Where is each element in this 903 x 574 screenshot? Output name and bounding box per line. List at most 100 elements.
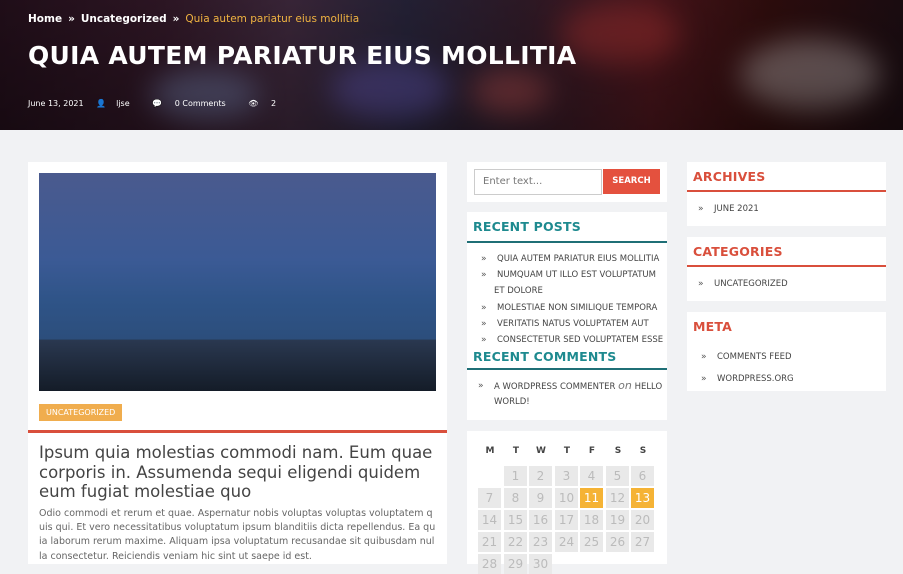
calendar-day: 7 xyxy=(478,488,501,508)
calendar-day: 4 xyxy=(580,466,603,486)
breadcrumb-category[interactable]: Uncategorized xyxy=(81,13,167,25)
recent-comments-title: RECENT COMMENTS xyxy=(473,349,617,364)
calendar-day: 9 xyxy=(529,488,552,508)
chevron-right-icon: » xyxy=(698,279,704,289)
eye-icon: 👁 xyxy=(248,99,259,108)
chevron-right-icon: » xyxy=(481,303,487,313)
calendar-day: 27 xyxy=(631,532,654,552)
calendar-weekday: M xyxy=(485,446,495,456)
post-divider xyxy=(28,430,447,433)
calendar-day: 1 xyxy=(504,466,527,486)
meta-item[interactable]: » WORDPRESS.ORG xyxy=(701,371,794,387)
calendar-widget: MTWTFSS 1 2 3 4 5 6 7 8 9 10 11 12 13 14 15 16 17 18 19 20 2… xyxy=(467,431,667,574)
calendar-day: 21 xyxy=(478,532,501,552)
recent-post-item-continued[interactable]: ET DOLORE xyxy=(494,283,543,299)
search-input[interactable]: Enter text... xyxy=(474,169,602,195)
category-badge[interactable]: UNCATEGORIZED xyxy=(39,404,123,421)
calendar-weekday: W xyxy=(536,446,546,456)
category-link: UNCATEGORIZED xyxy=(714,279,788,289)
calendar-weekday: T xyxy=(512,446,520,456)
post-title[interactable]: Ipsum quia molestias commodi nam. Eum qu… xyxy=(39,443,439,502)
meta-link: COMMENTS FEED xyxy=(717,352,792,362)
meta-item[interactable]: » COMMENTS FEED xyxy=(701,349,792,365)
categories-title: CATEGORIES xyxy=(693,244,783,259)
widget-divider xyxy=(467,241,667,243)
widget-divider xyxy=(687,190,886,192)
calendar-day: 6 xyxy=(631,466,654,486)
chevron-right-icon: » xyxy=(478,381,484,391)
recent-post-link: QUIA AUTEM PARIATUR EIUS MOLLITIA xyxy=(497,254,660,264)
recent-post-link: NUMQUAM UT ILLO EST VOLUPTATUM xyxy=(497,270,656,280)
calendar-day: 28 xyxy=(478,554,501,574)
page-title: QUIA AUTEM PARIATUR EIUS MOLLITIA xyxy=(28,41,577,70)
search-button[interactable]: SEARCH xyxy=(603,169,660,194)
chevron-right-icon: » xyxy=(481,319,487,329)
calendar-day: 26 xyxy=(606,532,629,552)
calendar-day: 5 xyxy=(606,466,629,486)
calendar-day-with-post[interactable]: 13 xyxy=(631,488,654,508)
calendar-day: 30 xyxy=(529,554,552,574)
post-meta: June 13, 2021 👤 ljse 💬 0 Comments 👁 2 xyxy=(28,99,296,108)
user-icon: 👤 xyxy=(96,99,107,108)
post-thumbnail[interactable] xyxy=(39,173,436,391)
post-author-name: ljse xyxy=(116,99,130,108)
calendar-day: 18 xyxy=(580,510,603,530)
calendar-day: 15 xyxy=(504,510,527,530)
categories-widget: CATEGORIES » UNCATEGORIZED xyxy=(687,237,886,301)
thumbnail-sea xyxy=(39,340,436,391)
archive-link: JUNE 2021 xyxy=(714,204,759,214)
post-comments[interactable]: 💬 0 Comments xyxy=(152,99,236,108)
chevron-right-icon: » xyxy=(481,270,487,280)
comment-item: » A WORDPRESS COMMENTER on HELLO xyxy=(478,378,663,395)
calendar-day: 20 xyxy=(631,510,654,530)
calendar-day: 29 xyxy=(504,554,527,574)
calendar-day: 23 xyxy=(529,532,552,552)
calendar-day: 8 xyxy=(504,488,527,508)
post-author[interactable]: 👤 ljse xyxy=(96,99,140,108)
calendar-day: 2 xyxy=(529,466,552,486)
comment-post-link-continued[interactable]: WORLD! xyxy=(494,394,530,410)
recent-post-link: VERITATIS NATUS VOLUPTATEM AUT xyxy=(497,319,649,329)
calendar-day: 19 xyxy=(606,510,629,530)
comment-author[interactable]: A WORDPRESS COMMENTER xyxy=(494,382,615,392)
calendar-day: 22 xyxy=(504,532,527,552)
recent-post-item[interactable]: » QUIA AUTEM PARIATUR EIUS MOLLITIA xyxy=(481,251,660,267)
archives-title: ARCHIVES xyxy=(693,169,766,184)
breadcrumb-current: Quia autem pariatur eius mollitia xyxy=(185,13,360,25)
recent-comments-widget: RECENT COMMENTS » A WORDPRESS COMMENTER o… xyxy=(467,342,667,420)
search-widget: Enter text... SEARCH xyxy=(467,162,667,202)
breadcrumb-separator: » xyxy=(68,13,75,25)
widget-divider xyxy=(687,265,886,267)
calendar-weekday: T xyxy=(563,446,571,456)
calendar-day: 16 xyxy=(529,510,552,530)
meta-title: META xyxy=(693,319,733,334)
archives-widget: ARCHIVES » JUNE 2021 xyxy=(687,162,886,226)
meta-link: WORDPRESS.ORG xyxy=(717,374,794,384)
calendar-day: 12 xyxy=(606,488,629,508)
calendar-day-with-post[interactable]: 11 xyxy=(580,488,603,508)
post-comments-count: 0 Comments xyxy=(174,99,226,108)
recent-post-item[interactable]: » NUMQUAM UT ILLO EST VOLUPTATUM xyxy=(481,267,656,283)
post-views: 👁 2 xyxy=(248,99,286,108)
archive-item[interactable]: » JUNE 2021 xyxy=(698,201,759,217)
comment-post-link[interactable]: HELLO xyxy=(635,382,663,392)
calendar-day: 14 xyxy=(478,510,501,530)
breadcrumb: Home » Uncategorized » Quia autem pariatur e… xyxy=(28,13,359,25)
calendar-weekday: S xyxy=(614,446,622,456)
comment-icon: 💬 xyxy=(152,99,163,108)
calendar-day: 24 xyxy=(555,532,578,552)
category-item[interactable]: » UNCATEGORIZED xyxy=(698,276,788,292)
widget-divider xyxy=(467,368,667,370)
calendar-day: 3 xyxy=(555,466,578,486)
chevron-right-icon: » xyxy=(481,254,487,264)
post-date[interactable]: June 13, 2021 xyxy=(28,99,84,108)
recent-posts-title: RECENT POSTS xyxy=(473,219,581,234)
calendar-weekday: F xyxy=(588,446,596,456)
recent-post-item[interactable]: » MOLESTIAE NON SIMILIQUE TEMPORA xyxy=(481,300,657,316)
chevron-right-icon: » xyxy=(698,204,704,214)
hero-banner: Home » Uncategorized » Quia autem pariatur e… xyxy=(0,0,903,130)
breadcrumb-separator: » xyxy=(172,13,180,25)
breadcrumb-home[interactable]: Home xyxy=(28,13,62,25)
comment-on: on xyxy=(618,379,632,392)
recent-post-item[interactable]: » VERITATIS NATUS VOLUPTATEM AUT xyxy=(481,316,649,332)
